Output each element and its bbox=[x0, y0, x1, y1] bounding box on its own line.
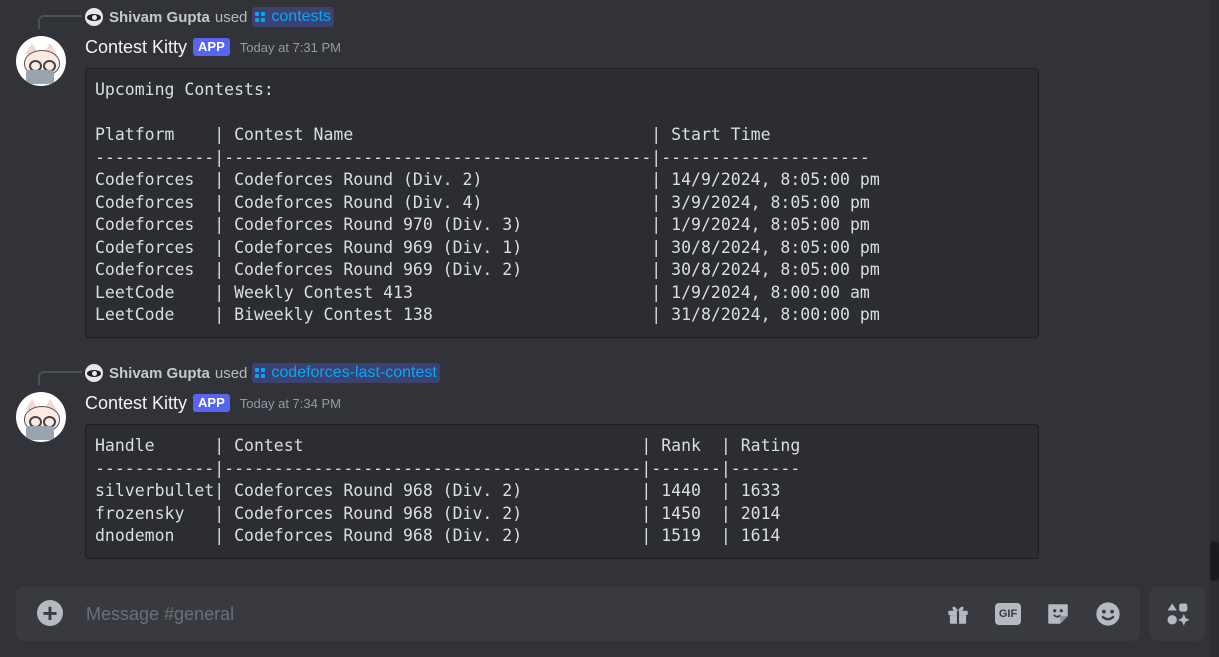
user-mini-avatar[interactable] bbox=[85, 364, 103, 382]
sticker-icon[interactable] bbox=[1044, 600, 1072, 628]
gif-icon[interactable]: GIF bbox=[994, 600, 1022, 628]
message-composer: + GIF bbox=[16, 586, 1140, 643]
scrollbar-thumb[interactable] bbox=[1210, 541, 1219, 581]
slash-command-icon bbox=[255, 367, 266, 379]
message-group: Shivam Gupta used codeforces-last-contes… bbox=[0, 356, 1210, 566]
gift-icon[interactable] bbox=[944, 600, 972, 628]
app-launcher-icon[interactable] bbox=[1150, 586, 1205, 641]
bot-avatar[interactable] bbox=[16, 36, 66, 86]
contests-codeblock: Upcoming Contests: Platform | Contest Na… bbox=[85, 68, 1039, 338]
ratings-codeblock: Handle | Contest | Rank | Rating -------… bbox=[85, 424, 1039, 559]
bot-name[interactable]: Contest Kitty bbox=[85, 393, 187, 414]
user-mini-avatar[interactable] bbox=[85, 8, 103, 26]
command-name[interactable]: contests bbox=[271, 8, 331, 26]
message-input[interactable] bbox=[84, 586, 908, 643]
message-group: Shivam Gupta used contests Contest Kitty… bbox=[0, 0, 1210, 340]
bot-name[interactable]: Contest Kitty bbox=[85, 37, 187, 58]
cat-laptop bbox=[26, 70, 54, 84]
message-timestamp[interactable]: Today at 7:34 PM bbox=[240, 396, 341, 411]
app-badge: APP bbox=[193, 38, 230, 56]
command-reply-bar[interactable]: Shivam Gupta used codeforces-last-contes… bbox=[85, 363, 440, 383]
gif-label: GIF bbox=[995, 603, 1021, 625]
command-reply-bar[interactable]: Shivam Gupta used contests bbox=[85, 7, 334, 27]
command-mention[interactable]: codeforces-last-contest bbox=[252, 363, 440, 383]
message-header: Contest Kitty APP Today at 7:34 PM bbox=[85, 391, 341, 415]
used-text: used bbox=[214, 8, 248, 26]
reply-connector bbox=[38, 15, 82, 29]
cat-laptop bbox=[26, 426, 54, 440]
message-header: Contest Kitty APP Today at 7:31 PM bbox=[85, 35, 341, 59]
used-text: used bbox=[214, 364, 248, 382]
emoji-icon[interactable] bbox=[1094, 600, 1122, 628]
message-timestamp[interactable]: Today at 7:31 PM bbox=[240, 40, 341, 55]
command-mention[interactable]: contests bbox=[252, 7, 334, 27]
bot-avatar[interactable] bbox=[16, 392, 66, 442]
reply-username[interactable]: Shivam Gupta bbox=[109, 365, 210, 382]
reply-connector bbox=[38, 371, 82, 385]
app-badge: APP bbox=[193, 394, 230, 412]
command-name[interactable]: codeforces-last-contest bbox=[271, 364, 436, 382]
slash-command-icon bbox=[255, 11, 266, 23]
plus-circle-icon[interactable]: + bbox=[37, 600, 63, 626]
reply-username[interactable]: Shivam Gupta bbox=[109, 9, 210, 26]
